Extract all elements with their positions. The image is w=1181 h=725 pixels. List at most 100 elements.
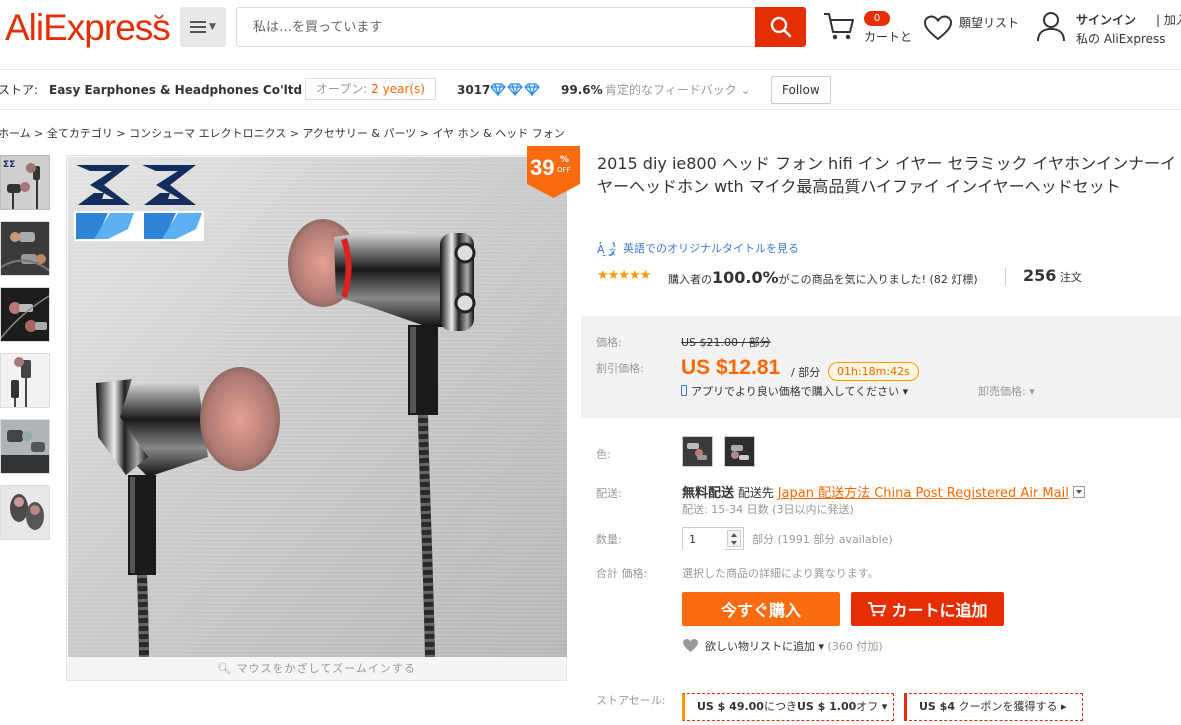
price-box: 価格: US $21.00 / 部分 割引価格: US $12.81 / 部分 … [581,316,1181,418]
thumbnail-image [1,420,49,473]
thumbnail-6[interactable] [0,485,50,540]
rating-suffix[interactable]: がこの商品を気に入りました! (82 灯標) [779,273,978,286]
coupon-discount: US $ 1.00 [796,700,857,713]
add-to-cart-button[interactable]: カートに追加 [851,592,1004,626]
decrement-icon[interactable] [731,541,737,545]
app-price-dropdown[interactable]: アプリでより良い価格で購入してください ▾ [681,383,908,399]
sale-price-label: 割引価格: [596,362,644,375]
search-input[interactable] [237,8,756,46]
discount-badge: 39 % OFF [527,146,580,198]
add-to-cart-label: カートに追加 [891,601,988,620]
store-name-link[interactable]: Easy Earphones & Headphones Co'ltd [49,70,302,110]
my-aliexpress-link[interactable]: 私の AliExpress [1076,30,1166,47]
original-price: US $21.00 / 部分 [681,336,771,349]
thumbnail-4[interactable] [0,353,50,408]
svg-text:ΣΣ: ΣΣ [3,160,15,170]
add-to-wishlist[interactable]: 欲しい物リストに追加 ▾ (360 付加) [682,638,883,654]
diamond-icon [507,83,523,96]
rating-prefix: 購入者の [668,273,712,286]
thumbnail-image [1,354,49,407]
coupon-per: につき [763,700,797,713]
discount-off-label: OFF [557,166,571,174]
svg-text:A: A [597,243,605,256]
quantity-stepper [682,527,744,550]
store-open-duration: オープン: 2 year(s) [305,78,436,100]
thumbnail-image [1,222,49,275]
rating-stars[interactable]: ★★★★★ [597,268,651,283]
increment-icon[interactable] [731,533,737,537]
cart-count-badge: 0 [864,11,890,26]
thumbnail-5[interactable] [0,419,50,474]
coupon-off-label: オフ ▾ [856,700,888,713]
aliexpress-logo[interactable]: AliExpress [5,8,171,48]
zoom-hint: 🔍︎ マウスをかざしてズームインする [67,657,566,681]
thumbnail-image [1,486,49,539]
categories-menu-button[interactable]: ▼ [180,7,226,47]
swatch-image [725,437,754,466]
store-open-prefix: オープン: [316,82,368,96]
shipping-method-link[interactable]: Japan 配送方法 China Post Registered Air Mai… [778,486,1069,501]
quantity-label: 数量: [596,533,622,546]
cart-link[interactable]: 0 カートと [822,10,912,50]
main-product-image[interactable]: 🔍︎ マウスをかざしてズームインする [66,155,567,681]
product-title: 2015 diy ie800 ヘッド フォン hifi イン イヤー セラミック… [597,154,1177,196]
shipping-time: 配送: 15-34 日数 (3日以内に発送) [682,503,854,516]
user-icon [1037,12,1065,42]
store-open-years: 2 year(s) [371,82,425,96]
translate-title-link[interactable]: A 文英語でのオリジナルタイトルを見る [597,240,799,256]
store-sale-label: ストアセール: [596,694,666,707]
diamond-icon [524,83,540,96]
original-price-label: 価格: [596,336,622,349]
cart-label: カートと [864,30,913,44]
color-option-2[interactable] [724,436,755,467]
thumbnail-2[interactable] [0,221,50,276]
wishlist-label: 願望リスト [959,16,1020,30]
store-score: 3017 [457,83,491,97]
color-option-1[interactable] [682,436,713,467]
translate-icon: A文 [597,242,616,256]
thumbnail-3[interactable] [0,287,50,342]
quantity-spinner[interactable] [727,530,741,547]
store-discount-coupon[interactable]: US $ 49.00につきUS $ 1.00オフ ▾ [682,693,894,721]
orders-count: 256 注文 [1023,266,1082,285]
menu-icon [190,21,207,33]
join-link[interactable]: | 加入 [1156,11,1181,28]
feedback-label: 肯定的なフィードバック [605,83,737,97]
follow-store-button[interactable]: Follow [771,76,831,104]
diamond-icon [490,83,506,96]
coupon-claim-label: クーポンを獲得する ▸ [958,700,1067,713]
quantity-input[interactable] [683,529,725,550]
store-coupon[interactable]: US $4 クーポンを獲得する ▸ [904,693,1083,721]
product-photo [68,157,567,657]
breadcrumb[interactable]: ホーム > 全てカテゴリ > コンシューマ エレクトロニクス > アクセサリー … [0,125,565,141]
wholesale-price-dropdown[interactable]: 卸売価格: ▾ [978,383,1035,399]
search-icon [770,16,791,38]
store-bar: ストア: Easy Earphones & Headphones Co'ltd … [0,70,1181,110]
translate-label: 英語でのオリジナルタイトルを見る [623,242,799,255]
shipping-dropdown-icon[interactable] [1072,486,1085,498]
coupon-amount: US $4 [919,700,955,713]
cart-icon [824,13,854,40]
divider [1005,268,1006,286]
free-shipping-text: 無料配送 [682,486,735,501]
sale-price: US $12.81 [681,356,781,379]
feedback-dropdown[interactable]: 肯定的なフィードバック ⌄ [605,70,751,110]
buy-now-button[interactable]: 今すぐ購入 [682,592,840,626]
signin-link[interactable]: サインイン [1076,11,1136,28]
wishlist-link[interactable]: 願望リスト [921,12,1031,48]
account-menu: サインイン | 加入 私の AliExpress [1036,10,1181,50]
ship-to-label: 配送先 [737,486,774,500]
orders-number: 256 [1023,266,1057,285]
search-bar [236,7,806,47]
thumbnail-image [1,288,49,341]
site-header: AliExpress ▼ 0 カートと 願望リスト サインイン | 加入 私の … [0,0,1181,70]
discount-percent-sign: % [560,155,570,165]
cart-icon [868,602,887,617]
search-button[interactable] [755,7,806,47]
thumbnail-1[interactable]: ΣΣ [0,155,50,210]
color-label: 色: [596,448,611,461]
quantity-available: 部分 (1991 部分 available) [752,533,893,546]
positive-feedback-percent: 99.6% [561,83,603,97]
earphones-image [68,157,567,657]
logo-smile-icon [154,14,164,19]
